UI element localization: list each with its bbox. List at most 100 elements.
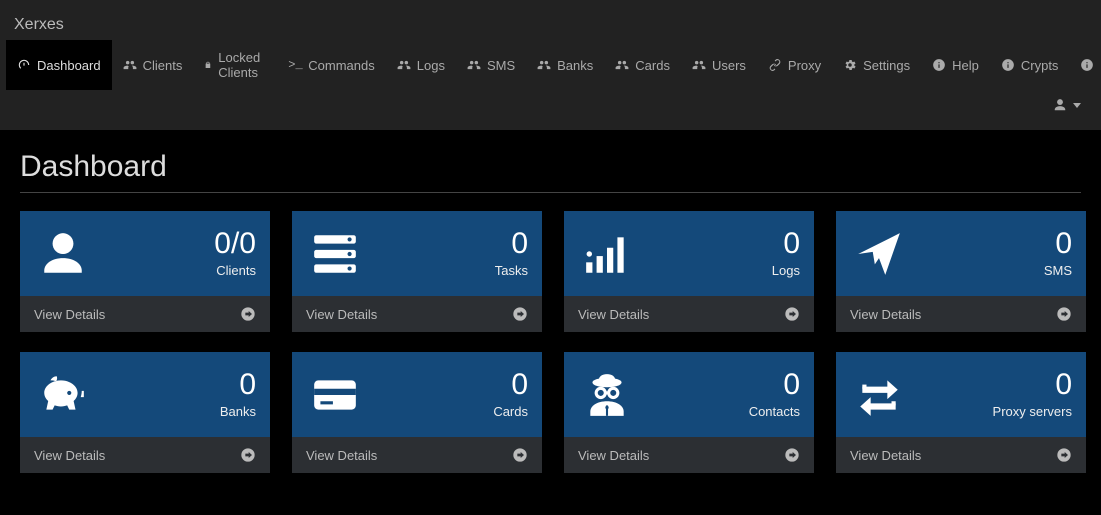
tile-value: 0	[1055, 370, 1072, 400]
tile-value: 0	[1055, 229, 1072, 259]
exchange-icon	[850, 366, 908, 424]
nav-label: Clients	[143, 58, 183, 73]
arrow-right-icon	[240, 306, 256, 322]
tile-value: 0	[783, 229, 800, 259]
tile-meta: 0 Contacts	[749, 370, 800, 419]
info-icon	[1080, 58, 1094, 72]
nav-label: Logs	[417, 58, 445, 73]
brand: Xerxes	[0, 0, 1101, 40]
nav-item-crypts[interactable]: Crypts	[990, 40, 1070, 90]
tile-label: Logs	[772, 263, 800, 278]
nav-item-sms[interactable]: SMS	[456, 40, 526, 90]
tile-label: SMS	[1044, 263, 1072, 278]
tile-meta: 0Banks	[220, 370, 256, 419]
card-icon	[306, 366, 364, 424]
view-details-label: View Details	[850, 307, 921, 322]
tile-value: 0	[511, 229, 528, 259]
page-title: Dashboard	[20, 150, 1081, 193]
view-details-label: View Details	[34, 448, 105, 463]
piggy-icon	[34, 366, 92, 424]
tile-body: 0 Contacts	[564, 352, 814, 437]
nav-item-proxy[interactable]: Proxy	[757, 40, 832, 90]
plane-icon	[850, 225, 908, 283]
nav-label: Help	[952, 58, 979, 73]
users-icon	[397, 58, 411, 72]
nav-item-users[interactable]: Users	[681, 40, 757, 90]
tile-meta: 0/0Clients	[214, 229, 256, 278]
user-menu[interactable]	[1053, 98, 1081, 112]
tile-clients: 0/0Clients View Details	[20, 211, 270, 332]
gear-icon	[843, 58, 857, 72]
tile-body: 0 SMS	[836, 211, 1086, 296]
nav-item-commands[interactable]: >_ Commands	[277, 40, 385, 90]
view-details-link[interactable]: View Details	[564, 296, 814, 332]
nav-item-help[interactable]: Help	[921, 40, 990, 90]
nav-label: Commands	[308, 58, 374, 73]
link-icon	[768, 58, 782, 72]
tile-contacts: 0 Contacts View Details	[564, 352, 814, 473]
tile-grid: 0/0Clients View Details 0 Tasks View Details…	[20, 211, 1081, 473]
tile-body: 0Cards	[292, 352, 542, 437]
tile-proxy-servers: 0 Proxy servers View Details	[836, 352, 1086, 473]
tile-body: 0 Proxy servers	[836, 352, 1086, 437]
arrow-right-icon	[784, 447, 800, 463]
tile-meta: 0 Tasks	[495, 229, 528, 278]
nav-label: Crypts	[1021, 58, 1059, 73]
tile-cards: 0Cards View Details	[292, 352, 542, 473]
view-details-link[interactable]: View Details	[20, 437, 270, 473]
info-icon	[932, 58, 946, 72]
tile-label: Tasks	[495, 263, 528, 278]
nav-label: Banks	[557, 58, 593, 73]
tile-value: 0	[783, 370, 800, 400]
users-icon	[537, 58, 551, 72]
view-details-label: View Details	[306, 448, 377, 463]
view-details-link[interactable]: View Details	[836, 296, 1086, 332]
tile-body: 0Banks	[20, 352, 270, 437]
view-details-label: View Details	[578, 448, 649, 463]
nav-label: Cards	[635, 58, 670, 73]
view-details-label: View Details	[850, 448, 921, 463]
tile-sms: 0 SMS View Details	[836, 211, 1086, 332]
view-details-link[interactable]: View Details	[292, 437, 542, 473]
nav-label: Users	[712, 58, 746, 73]
topbar: Xerxes Dashboard Clients Locked Clients >_ C…	[0, 0, 1101, 130]
arrow-right-icon	[1056, 306, 1072, 322]
terminal-icon: >_	[288, 58, 302, 72]
info-icon	[1001, 58, 1015, 72]
view-details-link[interactable]: View Details	[564, 437, 814, 473]
nav-item-clients[interactable]: Clients	[112, 40, 194, 90]
tile-label: Contacts	[749, 404, 800, 419]
user-icon	[1053, 98, 1067, 112]
view-details-label: View Details	[34, 307, 105, 322]
nav-item-logs[interactable]: Logs	[386, 40, 456, 90]
tile-meta: 0Cards	[493, 370, 528, 419]
tasks-icon	[306, 225, 364, 283]
navbar: Dashboard Clients Locked Clients >_ Commands…	[0, 40, 1101, 90]
nav-label: Proxy	[788, 58, 821, 73]
tile-label: Proxy servers	[993, 404, 1072, 419]
tile-value: 0	[239, 370, 256, 400]
main: Dashboard 0/0Clients View Details 0 Tasks Vi…	[0, 130, 1101, 473]
view-details-link[interactable]: View Details	[20, 296, 270, 332]
tile-label: Cards	[493, 404, 528, 419]
gauge-icon	[17, 58, 31, 72]
view-details-link[interactable]: View Details	[292, 296, 542, 332]
nav-label: Locked Clients	[218, 50, 266, 80]
user-icon	[34, 225, 92, 283]
nav-label: Dashboard	[37, 58, 101, 73]
tile-meta: 0 SMS	[1044, 229, 1072, 278]
view-details-link[interactable]: View Details	[836, 437, 1086, 473]
users-icon	[123, 58, 137, 72]
arrow-right-icon	[240, 447, 256, 463]
users-icon	[692, 58, 706, 72]
nav-item-cards[interactable]: Cards	[604, 40, 681, 90]
nav-item-banks[interactable]: Banks	[526, 40, 604, 90]
nav-item-locked-clients[interactable]: Locked Clients	[193, 40, 277, 90]
nav-item-contacts[interactable]: Contacts	[1069, 40, 1101, 90]
tile-meta: 0 Proxy servers	[993, 370, 1072, 419]
users-icon	[615, 58, 629, 72]
view-details-label: View Details	[578, 307, 649, 322]
nav-item-settings[interactable]: Settings	[832, 40, 921, 90]
nav-item-dashboard[interactable]: Dashboard	[6, 40, 112, 90]
tile-logs: 0 Logs View Details	[564, 211, 814, 332]
